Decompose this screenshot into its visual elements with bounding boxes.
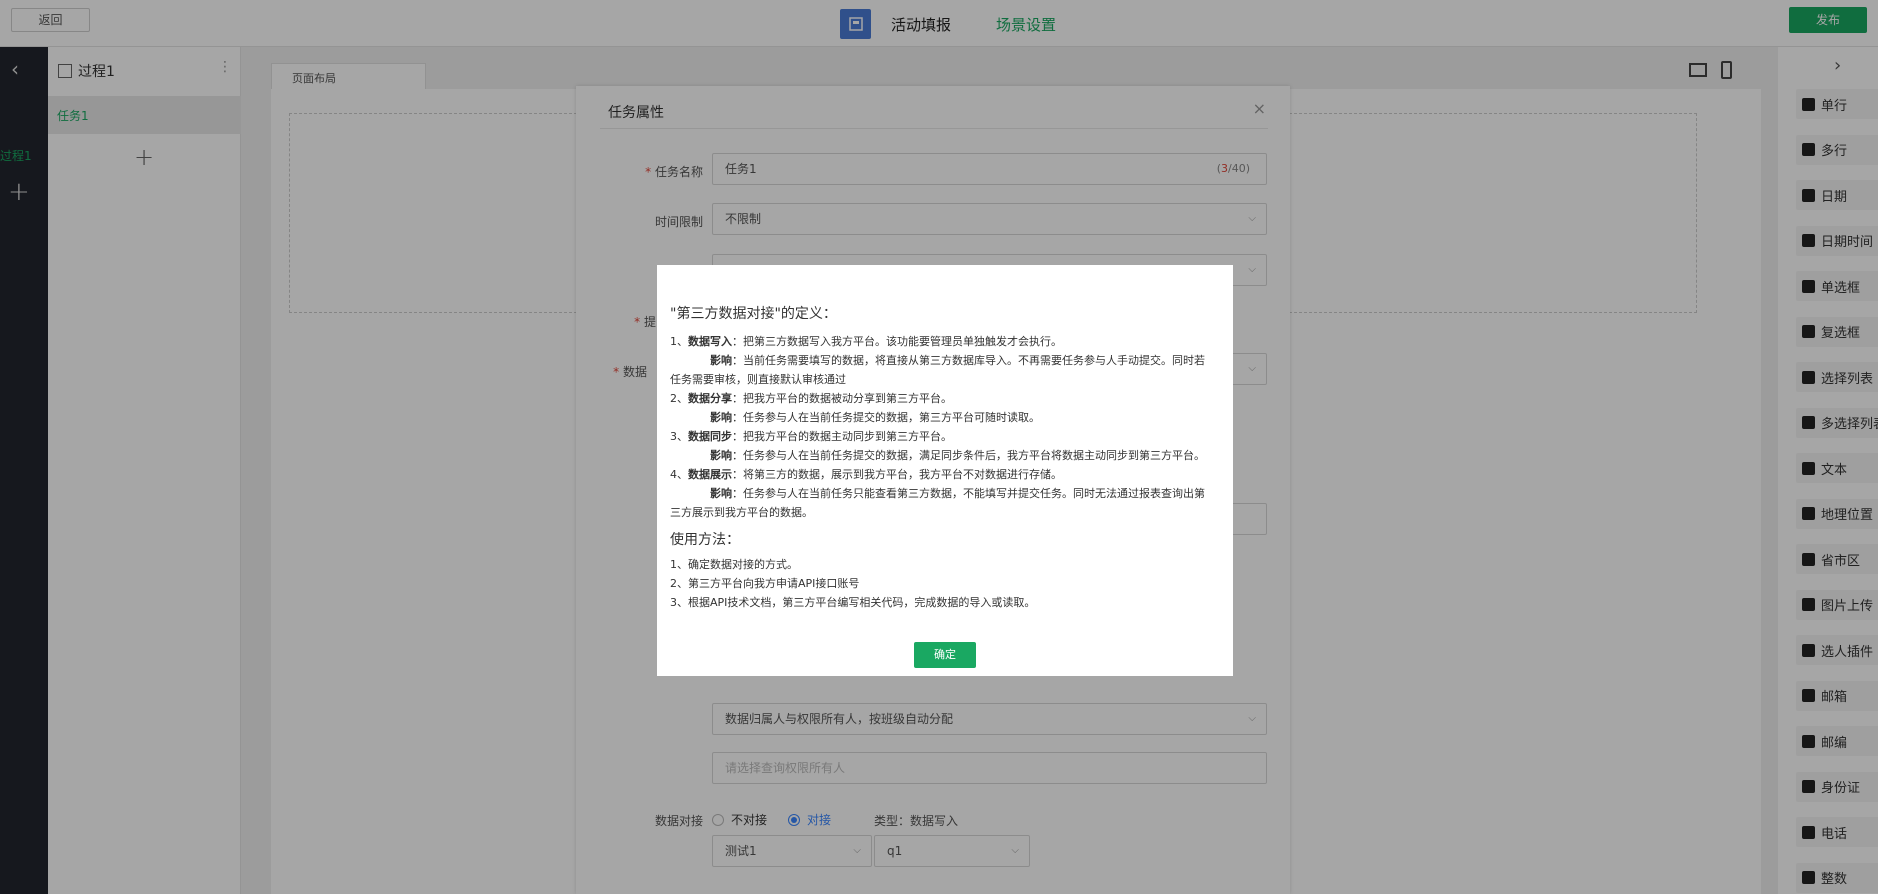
- definition-line: 影响：当前任务需要填写的数据，将直接从第三方数据库导入。不再需要任务参与人手动提…: [710, 354, 1205, 367]
- definition-line: 1、数据写入：把第三方数据写入我方平台。该功能要管理员单独触发才会执行。: [670, 335, 1062, 348]
- definition-line: 影响：任务参与人在当前任务提交的数据，满足同步条件后，我方平台将数据主动同步到第…: [710, 449, 1205, 462]
- usage-line: 3、根据API技术文档，第三方平台编写相关代码，完成数据的导入或读取。: [670, 596, 1036, 609]
- definition-line: 2、数据分享：把我方平台的数据被动分享到第三方平台。: [670, 392, 952, 405]
- usage-list: 1、确定数据对接的方式。 2、第三方平台向我方申请API接口账号 3、根据API技术…: [670, 555, 1224, 612]
- definition-list: 1、数据写入：把第三方数据写入我方平台。该功能要管理员单独触发才会执行。影响：当…: [670, 332, 1224, 522]
- usage-title: 使用方法：: [670, 532, 740, 548]
- confirm-button[interactable]: 确定: [914, 642, 976, 668]
- dialog-title: "第三方数据对接"的定义：: [670, 306, 837, 322]
- definition-line: 任务需要审核，则直接默认审核通过: [670, 373, 846, 386]
- definition-dialog: "第三方数据对接"的定义： 1、数据写入：把第三方数据写入我方平台。该功能要管理…: [657, 265, 1233, 676]
- definition-line: 三方展示到我方平台的数据。: [670, 506, 813, 519]
- usage-line: 2、第三方平台向我方申请API接口账号: [670, 577, 860, 590]
- usage-line: 1、确定数据对接的方式。: [670, 558, 798, 571]
- definition-line: 影响：任务参与人在当前任务只能查看第三方数据，不能填写并提交任务。同时无法通过报…: [710, 487, 1205, 500]
- definition-line: 影响：任务参与人在当前任务提交的数据，第三方平台可随时读取。: [710, 411, 1040, 424]
- definition-line: 4、数据展示：将第三方的数据，展示到我方平台，我方平台不对数据进行存储。: [670, 468, 1062, 481]
- definition-line: 3、数据同步：把我方平台的数据主动同步到第三方平台。: [670, 430, 952, 443]
